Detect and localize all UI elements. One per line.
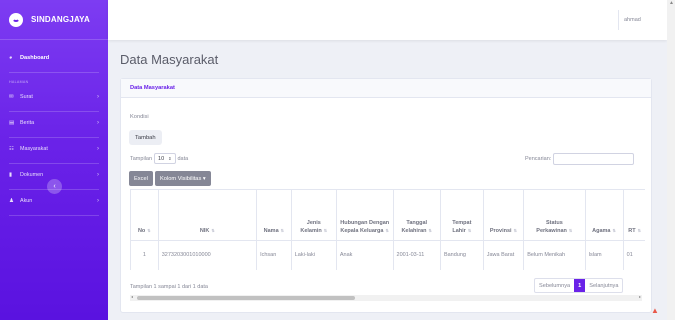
sidebar-item-label: Akun <box>20 198 33 204</box>
user-menu[interactable]: ahmad <box>624 17 641 23</box>
column-visibility-button[interactable]: Kolom Visibilitas ▾ <box>155 171 211 186</box>
corner-arrow-icon: ▲ <box>651 306 659 315</box>
column-header-agama[interactable]: Agama ⇅ <box>584 189 624 241</box>
brand[interactable]: SINDANGJAYA <box>0 0 108 40</box>
table-cell: Bandung <box>439 240 484 270</box>
logo-icon <box>9 12 23 27</box>
chevron-right-icon: › <box>97 198 99 204</box>
chevron-right-icon: › <box>97 120 99 126</box>
search-input[interactable] <box>553 153 635 165</box>
column-header-rt[interactable]: RT ⇅ <box>622 189 645 241</box>
scroll-thumb[interactable] <box>137 296 355 300</box>
table-cell: Jawa Barat <box>482 240 525 270</box>
sort-icon: ⇅ <box>637 227 642 233</box>
sort-icon: ⇅ <box>280 227 285 233</box>
page-length-prefix: Tampilan <box>130 155 153 162</box>
page-length-select[interactable]: 10 ⇕ <box>154 153 176 164</box>
scroll-up-icon[interactable]: ▲ <box>669 0 674 6</box>
sidebar-item-berita[interactable]: ▤ Berita › <box>0 112 108 134</box>
sort-icon: ⇅ <box>428 227 433 233</box>
page-length-control: Tampilan 10 ⇕ data <box>130 153 188 164</box>
page-length-suffix: data <box>177 155 189 162</box>
scroll-left-icon[interactable]: ◂ <box>131 294 133 299</box>
page-length-value: 10 <box>158 155 165 162</box>
table-cell: 1 <box>130 240 159 270</box>
newspaper-icon: ▤ <box>9 120 15 126</box>
search-control: Pencarian: <box>525 153 635 165</box>
chevron-right-icon: › <box>97 172 99 178</box>
sidebar-item-masyarakat[interactable]: ☷ Masyarakat › <box>0 138 108 160</box>
document-icon: ▮ <box>9 172 13 178</box>
column-header-tempat-lahir[interactable]: Tempat Lahir ⇅ <box>439 189 484 241</box>
column-header-jenis-kelamin[interactable]: Jenis Kelamin ⇅ <box>290 189 337 241</box>
next-page-button[interactable]: Selanjutnya <box>585 279 622 292</box>
table-cell: Islam <box>584 240 624 270</box>
sidebar-toggle-button[interactable]: ‹ <box>47 179 62 194</box>
column-header-provinsi[interactable]: Provinsi ⇅ <box>482 189 525 241</box>
table-horizontal-scrollbar[interactable]: ◂ ▸ <box>130 294 642 301</box>
sidebar-item-surat[interactable]: ✉ Surat › <box>0 86 108 108</box>
sort-icon: ⇅ <box>467 227 472 233</box>
table-container: No ⇅ NIK ⇅ Nama ⇅ Jenis Kelamin ⇅ Hubungan D… <box>130 189 645 270</box>
sidebar-item-label: Berita <box>20 120 35 126</box>
topbar-divider <box>618 10 619 30</box>
users-icon: ☷ <box>9 146 14 152</box>
column-header-nama[interactable]: Nama ⇅ <box>256 189 292 241</box>
table-cell: Belum Menikah <box>523 240 586 270</box>
page-scrollbar[interactable]: ▲ <box>667 0 675 320</box>
table-info: Tampilan 1 sampai 1 dari 1 data <box>130 284 208 290</box>
sidebar-item-label: Masyarakat <box>20 146 48 152</box>
column-header-nik[interactable]: NIK ⇅ <box>157 189 258 241</box>
sort-icon: ⇅ <box>612 227 616 233</box>
page-title: Data Masyarakat <box>120 52 219 67</box>
table-header-row: No ⇅ NIK ⇅ Nama ⇅ Jenis Kelamin ⇅ Hubungan D… <box>130 189 645 241</box>
sort-icon: ⇅ <box>211 227 215 233</box>
sort-icon: ⇅ <box>568 227 573 233</box>
chevron-updown-icon: ⇕ <box>168 156 172 161</box>
card-header: Data Masyarakat <box>121 79 651 98</box>
sidebar: SINDANGJAYA ◕ Dashboard HALAMAN ✉ Surat … <box>0 0 108 320</box>
add-button[interactable]: Tambah <box>129 130 162 145</box>
sort-icon: ⇅ <box>323 227 328 233</box>
table-cell: 01 <box>622 240 645 270</box>
chevron-right-icon: › <box>97 94 99 100</box>
column-header-tanggal-kelahiran[interactable]: Tanggal Kelahiran ⇅ <box>392 189 441 241</box>
column-header-hubungan[interactable]: Hubungan Dengan Kepala Keluarga ⇅ <box>335 189 394 241</box>
data-card: Data Masyarakat Kondisi Tambah Tampilan … <box>120 78 652 313</box>
sort-icon: ⇅ <box>385 227 389 233</box>
chevron-right-icon: › <box>97 146 99 152</box>
column-header-no[interactable]: No ⇅ <box>130 189 159 241</box>
search-label: Pencarian: <box>525 156 552 162</box>
table-row: 1 3273203001010000 Ichsan Laki-laki Anak… <box>130 240 645 270</box>
scroll-right-icon[interactable]: ▸ <box>639 294 641 299</box>
sidebar-item-dashboard[interactable]: ◕ Dashboard <box>0 47 108 69</box>
page-1-button[interactable]: 1 <box>574 279 586 292</box>
excel-button[interactable]: Excel <box>129 171 153 186</box>
sidebar-divider <box>9 215 99 216</box>
pagination: Sebelumnya 1 Selanjutnya <box>534 278 624 293</box>
sidebar-item-label: Dokumen <box>20 172 44 178</box>
user-icon: ♟ <box>9 198 14 204</box>
kondisi-label: Kondisi <box>130 114 149 120</box>
data-table: No ⇅ NIK ⇅ Nama ⇅ Jenis Kelamin ⇅ Hubungan D… <box>130 189 645 270</box>
envelope-icon: ✉ <box>9 94 14 100</box>
table-cell: 3273203001010000 <box>157 240 258 270</box>
table-cell: 2001-03-11 <box>392 240 441 270</box>
table-cell: Anak <box>335 240 394 270</box>
chevron-left-icon: ‹ <box>53 183 56 190</box>
brand-name: SINDANGJAYA <box>31 15 90 24</box>
sort-icon: ⇅ <box>513 227 518 233</box>
table-cell: Ichsan <box>256 240 292 270</box>
sidebar-item-label: Dashboard <box>20 55 50 61</box>
table-cell: Laki-laki <box>290 240 337 270</box>
column-header-status-perkawinan[interactable]: Status Perkawinan ⇅ <box>523 189 586 241</box>
sort-icon: ⇅ <box>147 227 151 233</box>
sidebar-section-heading: HALAMAN <box>9 80 29 84</box>
previous-page-button[interactable]: Sebelumnya <box>535 279 574 292</box>
dashboard-icon: ◕ <box>9 55 13 61</box>
sidebar-item-label: Surat <box>20 94 33 100</box>
topbar: ahmad <box>108 0 667 40</box>
